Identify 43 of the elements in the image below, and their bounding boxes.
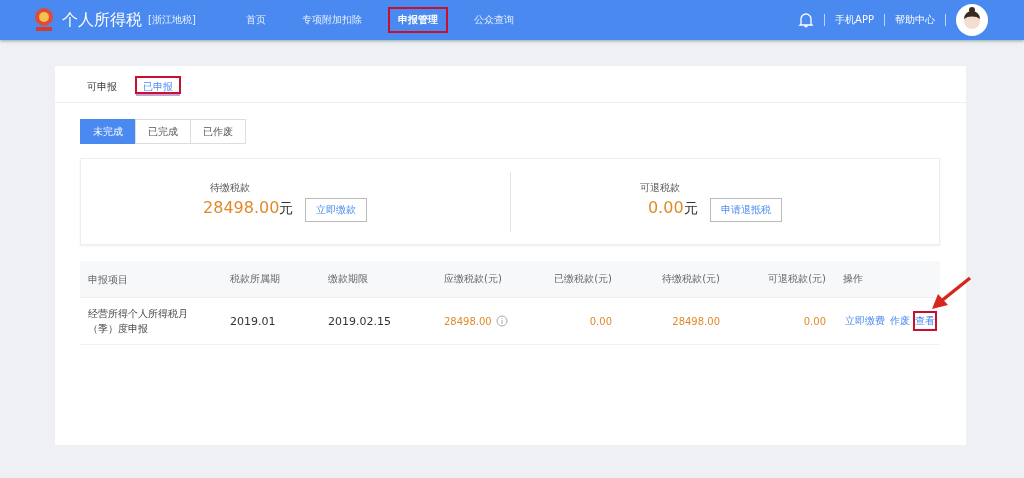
table-cell: 28498.00 [444,315,492,327]
action-link[interactable]: 作废 [888,311,912,331]
tab[interactable]: 可申报 [79,76,125,94]
table-cell-text: 28498.00 [671,315,720,327]
column-header: 已缴税款(元) [553,272,612,286]
column-header: 应缴税款(元) [444,272,503,286]
table-cell-text: 2019.02.15 [328,314,392,328]
bell-icon[interactable] [798,11,815,29]
table-cell-text: 经营所得个人所得税月（季）度申报 [88,307,189,336]
column-header: 可退税款(元) [767,272,826,286]
header-link[interactable]: 手机APP [835,13,874,27]
table-cell-text: 0.00 [588,315,612,327]
amount-unit: 元 [279,200,294,218]
action-link[interactable]: 立即缴费 [843,311,887,331]
amount-unit: 元 [683,200,698,218]
avatar-icon[interactable] [956,4,988,36]
column-header: 缴款期限 [328,272,369,286]
action-button[interactable]: 申请退抵税 [709,198,782,222]
table-cell-text: 0.00 [802,315,826,327]
summary-label: 待缴税款 [210,181,251,195]
filter-button[interactable]: 已作废 [190,119,246,144]
column-header: 操作 [842,272,864,286]
nav-item[interactable]: 专项附加扣除 [291,7,372,33]
nav-item[interactable]: 首页 [235,7,276,33]
filter-button[interactable]: 已完成 [135,119,191,144]
tab[interactable]: 已申报 [135,76,181,94]
nav-item[interactable]: 申报管理 [387,7,448,33]
region-label: [浙江地税] [148,13,196,27]
header-link[interactable]: 帮助中心 [895,13,935,27]
nav-item[interactable]: 公众查询 [463,7,524,33]
action-link[interactable]: 查看 [913,311,937,331]
amount-value: 28498.00 [203,198,280,217]
amount-value: 0.00 [647,198,684,217]
column-header: 申报项目 [88,272,129,287]
filter-button[interactable]: 未完成 [80,119,136,144]
summary-label: 可退税款 [639,181,680,195]
emblem-icon [32,7,56,33]
column-header: 税款所属期 [230,272,281,286]
action-button[interactable]: 立即缴款 [305,198,368,222]
info-icon[interactable] [495,315,508,327]
column-header: 待缴税款(元) [661,272,720,286]
app-title: 个人所得税 [62,9,142,31]
table-cell-text: 2019.01 [230,314,277,328]
